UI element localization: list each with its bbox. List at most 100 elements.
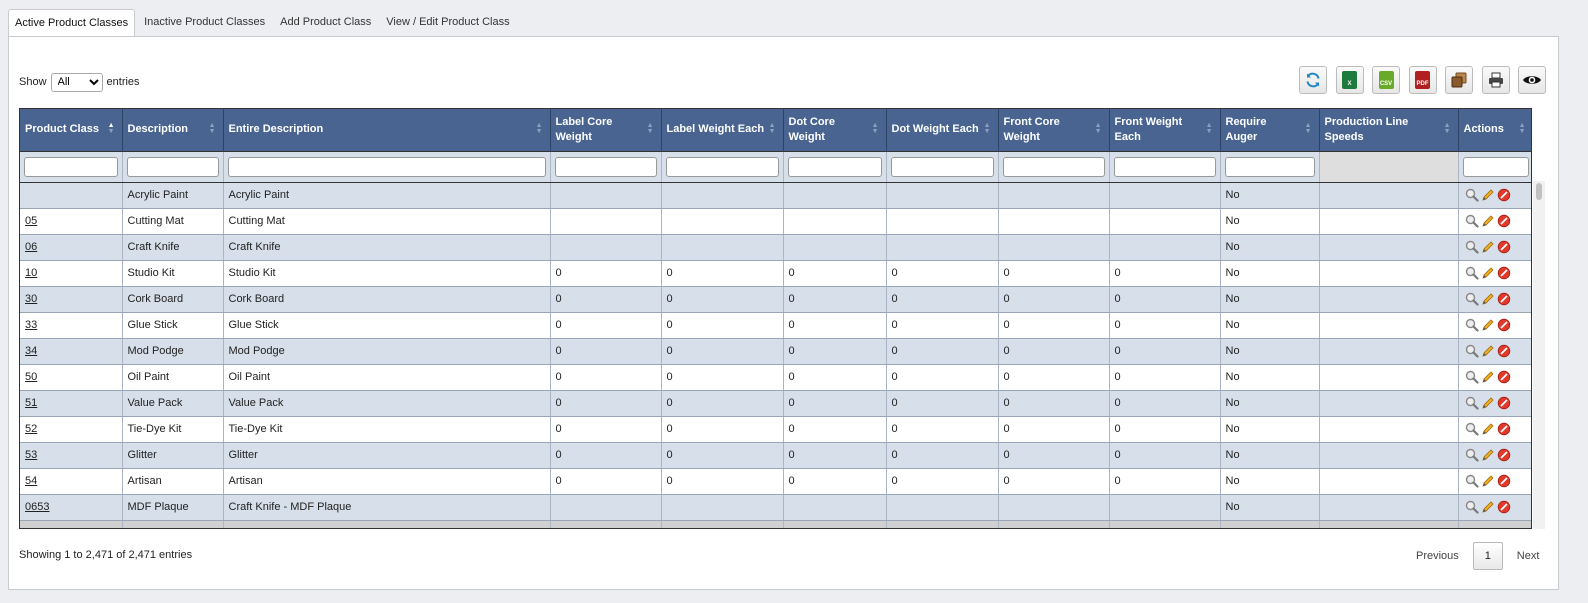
next-button[interactable]: Next (1511, 542, 1546, 570)
excel-export-button[interactable]: X (1335, 66, 1364, 94)
pencil-icon[interactable] (1481, 448, 1495, 462)
pencil-icon[interactable] (1481, 396, 1495, 410)
delete-icon[interactable] (1497, 266, 1511, 280)
cell-product-class[interactable]: 51 (20, 390, 123, 417)
product-class-link[interactable]: 05 (25, 215, 37, 227)
table-row[interactable]: Acrylic Paint Acrylic Paint No (20, 182, 1531, 209)
product-class-link[interactable]: 10 (25, 267, 37, 279)
page-1-button[interactable]: 1 (1472, 542, 1503, 570)
column-header-front-weight-each[interactable]: Front Weight Each ▲ ▼ (1109, 109, 1221, 151)
scrollbar-thumb[interactable] (1536, 183, 1542, 200)
product-class-link[interactable]: 34 (25, 345, 37, 357)
pencil-icon[interactable] (1481, 474, 1495, 488)
product-class-link[interactable]: 06 (25, 241, 37, 253)
filter-dot-core-weight-input[interactable] (787, 156, 882, 177)
cell-product-class[interactable]: 34 (20, 338, 123, 365)
pencil-icon[interactable] (1481, 292, 1495, 306)
delete-icon[interactable] (1497, 500, 1511, 514)
tab-add-product-class[interactable]: Add Product Class (274, 9, 377, 36)
csv-export-button[interactable]: CSV (1372, 66, 1400, 94)
tab-view-edit-product-class[interactable]: View / Edit Product Class (380, 9, 515, 36)
magnifier-icon[interactable] (1465, 448, 1479, 462)
table-row[interactable]: 51 Value Pack Value Pack 0 0 0 0 0 0 No (20, 390, 1531, 417)
table-row[interactable]: 10 Studio Kit Studio Kit 0 0 0 0 0 0 No (20, 260, 1531, 287)
magnifier-icon[interactable] (1465, 266, 1479, 280)
filter-require-auger-input[interactable] (1224, 156, 1315, 177)
table-row[interactable]: 52 Tie-Dye Kit Tie-Dye Kit 0 0 0 0 0 0 No (20, 416, 1531, 443)
column-header-actions[interactable]: Actions ▲ ▼ (1458, 109, 1531, 151)
table-row[interactable]: 34 Mod Podge Mod Podge 0 0 0 0 0 0 No (20, 338, 1531, 365)
magnifier-icon[interactable] (1465, 344, 1479, 358)
magnifier-icon[interactable] (1465, 396, 1479, 410)
delete-icon[interactable] (1497, 214, 1511, 228)
column-header-entire-description[interactable]: Entire Description ▲ ▼ (223, 109, 551, 151)
product-class-link[interactable]: 53 (25, 449, 37, 461)
product-class-link[interactable]: 0653 (25, 501, 49, 513)
refresh-button[interactable] (1299, 66, 1327, 94)
table-row[interactable]: 50 Oil Paint Oil Paint 0 0 0 0 0 0 No (20, 364, 1531, 391)
filter-label-weight-each-input[interactable] (665, 156, 779, 177)
cell-product-class[interactable] (20, 182, 123, 209)
delete-icon[interactable] (1497, 240, 1511, 254)
column-header-require-auger[interactable]: Require Auger ▲ ▼ (1220, 109, 1320, 151)
delete-icon[interactable] (1497, 188, 1511, 202)
pencil-icon[interactable] (1481, 344, 1495, 358)
product-class-link[interactable]: 52 (25, 423, 37, 435)
pencil-icon[interactable] (1481, 214, 1495, 228)
filter-front-weight-each-input[interactable] (1113, 156, 1216, 177)
previous-button[interactable]: Previous (1410, 542, 1465, 570)
table-row[interactable]: 0653 MDF Plaque Craft Knife - MDF Plaque No (20, 494, 1531, 521)
pencil-icon[interactable] (1481, 422, 1495, 436)
column-header-front-core-weight[interactable]: Front Core Weight ▲ ▼ (998, 109, 1110, 151)
filter-actions-input[interactable] (1462, 156, 1529, 177)
cell-product-class[interactable]: 10 (20, 260, 123, 287)
filter-front-core-weight-input[interactable] (1002, 156, 1105, 177)
delete-icon[interactable] (1497, 448, 1511, 462)
delete-icon[interactable] (1497, 318, 1511, 332)
tab-active-product-classes[interactable]: Active Product Classes (8, 9, 136, 37)
filter-entire-description-input[interactable] (227, 156, 546, 177)
table-scrollbar[interactable] (1533, 181, 1545, 529)
magnifier-icon[interactable] (1465, 318, 1479, 332)
cell-product-class[interactable]: 30 (20, 286, 123, 313)
cell-product-class[interactable]: 53 (20, 442, 123, 469)
magnifier-icon[interactable] (1465, 422, 1479, 436)
product-class-link[interactable]: 51 (25, 397, 37, 409)
delete-icon[interactable] (1497, 344, 1511, 358)
entries-select[interactable]: All (50, 72, 103, 92)
product-class-link[interactable]: 50 (25, 371, 37, 383)
column-visibility-button[interactable] (1518, 66, 1546, 94)
table-row[interactable]: 53 Glitter Glitter 0 0 0 0 0 0 No (20, 442, 1531, 469)
delete-icon[interactable] (1497, 422, 1511, 436)
cell-product-class[interactable]: 06 (20, 234, 123, 261)
magnifier-icon[interactable] (1465, 240, 1479, 254)
tab-inactive-product-classes[interactable]: Inactive Product Classes (138, 9, 271, 36)
table-row[interactable]: 30 Cork Board Cork Board 0 0 0 0 0 0 No (20, 286, 1531, 313)
table-row[interactable]: 06 Craft Knife Craft Knife No (20, 234, 1531, 261)
product-class-link[interactable]: 33 (25, 319, 37, 331)
cell-product-class[interactable]: 05 (20, 208, 123, 235)
delete-icon[interactable] (1497, 396, 1511, 410)
delete-icon[interactable] (1497, 370, 1511, 384)
product-class-link[interactable]: 54 (25, 475, 37, 487)
pencil-icon[interactable] (1481, 266, 1495, 280)
magnifier-icon[interactable] (1465, 214, 1479, 228)
print-button[interactable] (1481, 66, 1510, 94)
cell-product-class[interactable]: 52 (20, 416, 123, 443)
column-header-product-class[interactable]: Product Class ▲ ▼ (20, 109, 123, 151)
table-row[interactable]: 54 Artisan Artisan 0 0 0 0 0 0 No (20, 468, 1531, 495)
delete-icon[interactable] (1497, 474, 1511, 488)
pencil-icon[interactable] (1481, 370, 1495, 384)
cell-product-class[interactable]: 50 (20, 364, 123, 391)
magnifier-icon[interactable] (1465, 188, 1479, 202)
pdf-export-button[interactable]: PDF (1408, 66, 1437, 94)
delete-icon[interactable] (1497, 292, 1511, 306)
magnifier-icon[interactable] (1465, 292, 1479, 306)
copy-button[interactable] (1445, 66, 1473, 94)
cell-product-class[interactable]: 33 (20, 312, 123, 339)
product-class-link[interactable]: 30 (25, 293, 37, 305)
filter-label-core-weight-input[interactable] (554, 156, 657, 177)
filter-dot-weight-each-input[interactable] (890, 156, 994, 177)
column-header-dot-core-weight[interactable]: Dot Core Weight ▲ ▼ (783, 109, 887, 151)
magnifier-icon[interactable] (1465, 370, 1479, 384)
